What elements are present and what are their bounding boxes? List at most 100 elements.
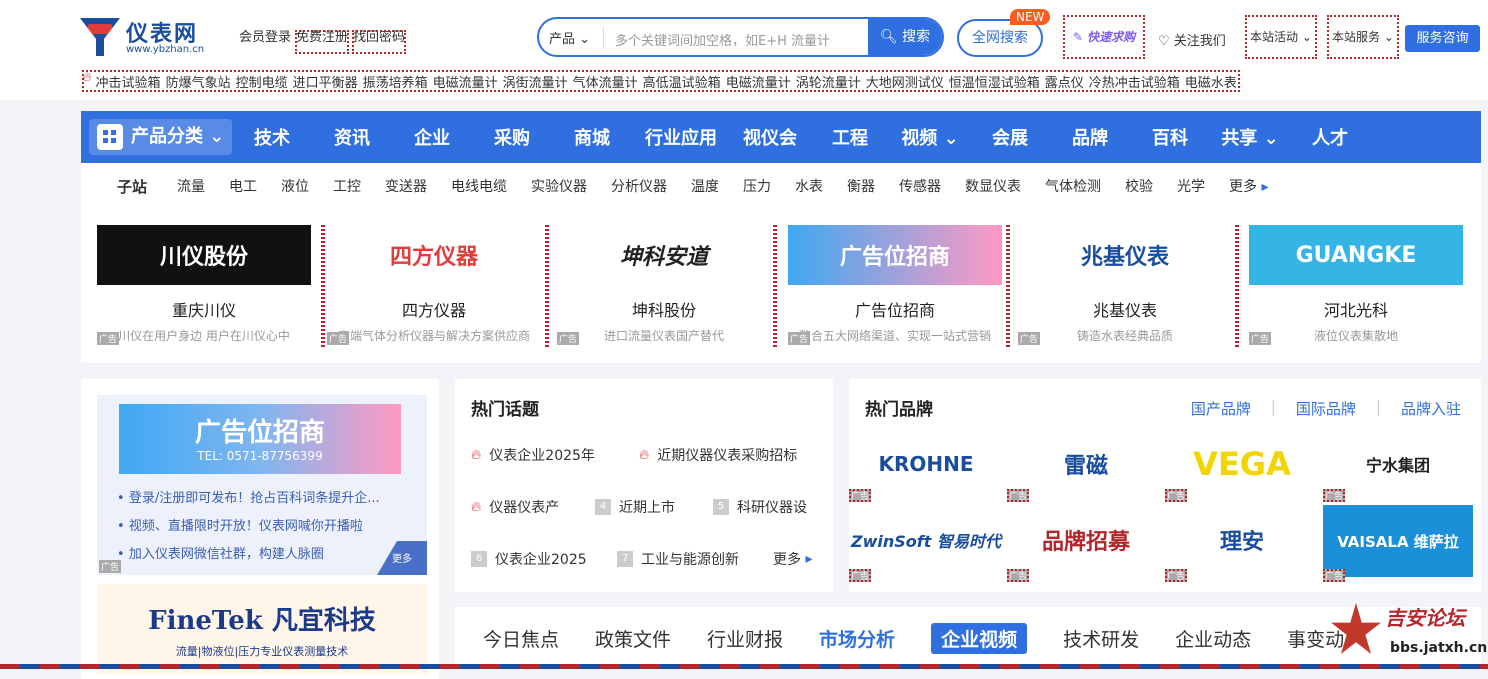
nav-item-industry[interactable]: 行业应用 — [632, 124, 730, 150]
brand-logo[interactable]: VEGA — [1167, 439, 1317, 489]
nav-item-talent[interactable]: 人才 — [1290, 124, 1370, 150]
keyword-link[interactable]: 气体流量计 — [571, 70, 640, 92]
ad-card[interactable]: GUANGKE 河北光科 液位仪表集散地 广告 — [1249, 225, 1463, 347]
international-brands-link[interactable]: 国际品牌 — [1296, 398, 1356, 419]
keyword-link[interactable]: 冷热冲击试验箱 — [1087, 70, 1182, 92]
brand-logo[interactable]: 品牌招募 — [1011, 515, 1161, 565]
tab-rd[interactable]: 技术研发 — [1063, 625, 1139, 652]
brand-logo[interactable]: VAISALA 维萨拉 — [1323, 505, 1473, 577]
nav-item-news[interactable]: 资讯 — [312, 124, 392, 150]
brand-logo[interactable]: 雷磁 — [1011, 439, 1161, 489]
subsite-item[interactable]: 压力 — [743, 176, 771, 196]
tab-finance[interactable]: 行业财报 — [707, 625, 783, 652]
more-button[interactable]: 更多 — [377, 541, 427, 575]
quick-buy-link[interactable]: ✎ 快速求购 — [1063, 15, 1145, 59]
brand-logo[interactable]: ZwinSoft 智易时代 — [851, 515, 1001, 565]
subsite-item[interactable]: 液位 — [281, 176, 309, 196]
nav-item-tech[interactable]: 技术 — [232, 124, 312, 150]
keyword-link[interactable]: 高低温试验箱 — [641, 70, 723, 92]
register-link[interactable]: 免费注册 — [295, 30, 350, 54]
topics-more[interactable]: 更多 ▸ — [773, 549, 812, 569]
site-logo[interactable]: 仪表网 www.ybzhan.cn — [80, 14, 230, 60]
nav-item-brand[interactable]: 品牌 — [1050, 124, 1130, 150]
subsite-item[interactable]: 校验 — [1125, 176, 1153, 196]
services-menu[interactable]: 本站服务 ⌄ — [1327, 15, 1399, 59]
keyword-link[interactable]: 冲击试验箱 — [94, 70, 163, 92]
subsite-item[interactable]: 衡器 — [847, 176, 875, 196]
nav-item-company[interactable]: 企业 — [392, 124, 472, 150]
subsite-item[interactable]: 电工 — [229, 176, 257, 196]
keyword-link[interactable]: 电磁水表 — [1183, 70, 1239, 92]
topic-item[interactable]: 6 仪表企业2025 — [471, 549, 587, 569]
keyword-link[interactable]: 涡街流量计 — [501, 70, 570, 92]
activities-menu[interactable]: 本站活动 ⌄ — [1245, 15, 1317, 59]
ad-card[interactable]: 广告位招商 广告位招商 整合五大网络渠道、实现一站式营销 广告 — [788, 225, 1002, 347]
keyword-link[interactable]: 大地网测试仪 — [864, 70, 946, 92]
topic-item[interactable]: 5 科研仪器设 — [713, 497, 807, 517]
subsite-item[interactable]: 分析仪器 — [611, 176, 667, 196]
list-item[interactable]: 加入仪表网微信社群，构建人脉圈 — [117, 543, 380, 562]
domestic-brands-link[interactable]: 国产品牌 — [1191, 398, 1251, 419]
keyword-link[interactable]: 涡轮流量计 — [794, 70, 863, 92]
ad-banner[interactable]: 广告位招商 TEL: 0571-87756399 — [119, 404, 401, 474]
topic-item[interactable]: 7 工业与能源创新 — [617, 549, 739, 569]
login-link[interactable]: 会员登录 — [238, 30, 292, 54]
keyword-link[interactable]: 露点仪 — [1043, 70, 1086, 92]
search-button[interactable]: 🔍︎ 搜索 — [868, 19, 942, 55]
keyword-link[interactable]: 防爆气象站 — [164, 70, 233, 92]
search-category-select[interactable]: 产品 ⌄ — [549, 28, 590, 47]
keyword-link[interactable]: 恒温恒湿试验箱 — [947, 70, 1042, 92]
subsite-item[interactable]: 光学 — [1177, 176, 1205, 196]
brand-join-link[interactable]: 品牌入驻 — [1401, 398, 1461, 419]
brand-logo[interactable]: 宁水集团 — [1323, 439, 1473, 489]
ad-card[interactable]: 四方仪器 四方仪器 高端气体分析仪器与解决方案供应商 广告 — [327, 225, 541, 347]
subsite-item[interactable]: 传感器 — [899, 176, 941, 196]
subsite-item[interactable]: 流量 — [177, 176, 205, 196]
subsite-item[interactable]: 电线电缆 — [451, 176, 507, 196]
keyword-link[interactable]: 电磁流量计 — [724, 70, 793, 92]
nav-item-meeting[interactable]: 视仪会 — [730, 124, 810, 150]
list-item[interactable]: 视频、直播限时开放！仪表网喊你开播啦 — [117, 515, 380, 534]
follow-us-link[interactable]: ♡ 关注我们 — [1158, 30, 1226, 49]
nav-item-wiki[interactable]: 百科 — [1130, 124, 1210, 150]
nav-item-share[interactable]: 共享 ⌄ — [1210, 124, 1290, 150]
keyword-link[interactable]: 电磁流量计 — [431, 70, 500, 92]
nav-item-video[interactable]: 视频 ⌄ — [890, 124, 970, 150]
nav-item-engineering[interactable]: 工程 — [810, 124, 890, 150]
ad-card[interactable]: 坤科安道 坤科股份 进口流量仪表国产替代 广告 — [557, 225, 771, 347]
topic-item[interactable]: 🔥︎ 仪器仪表产 — [471, 497, 559, 517]
product-category-menu[interactable]: 产品分类 ⌄ — [89, 119, 232, 155]
nav-item-expo[interactable]: 会展 — [970, 124, 1050, 150]
ad-desc: 川仪在用户身边 用户在川仪心中 — [118, 329, 290, 343]
nav-item-mall[interactable]: 商城 — [552, 124, 632, 150]
ad-card[interactable]: 兆基仪表 兆基仪表 铸造水表经典品质 广告 — [1018, 225, 1232, 347]
ad-card[interactable]: 川仪股份 重庆川仪 川仪在用户身边 用户在川仪心中 广告 — [97, 225, 311, 347]
finetek-ad[interactable]: FineTek 凡宜科技 流量|物液位|压力专业仪表测量技术 — [97, 584, 427, 674]
topic-item[interactable]: 4 近期上市 — [595, 497, 675, 517]
subsite-item[interactable]: 工控 — [333, 176, 361, 196]
subsite-item[interactable]: 气体检测 — [1045, 176, 1101, 196]
subsite-item[interactable]: 变送器 — [385, 176, 427, 196]
subsite-item[interactable]: 数显仪表 — [965, 176, 1021, 196]
subsite-item[interactable]: 水表 — [795, 176, 823, 196]
subsite-item[interactable]: 实验仪器 — [531, 176, 587, 196]
tab-market[interactable]: 市场分析 — [819, 625, 895, 652]
tab-policy[interactable]: 政策文件 — [595, 625, 671, 652]
search-input[interactable]: 多个关键词间加空格，如E+H 流量计 — [615, 30, 830, 49]
subsite-more[interactable]: 更多 ▸ — [1229, 176, 1268, 196]
keyword-link[interactable]: 进口平衡器 — [291, 70, 360, 92]
tab-focus[interactable]: 今日焦点 — [483, 625, 559, 652]
subsite-item[interactable]: 温度 — [691, 176, 719, 196]
topic-item[interactable]: 🔥︎ 近期仪器仪表采购招标 — [639, 445, 797, 465]
topic-item[interactable]: 🔥︎ 仪表企业2025年 — [471, 445, 595, 465]
keyword-link[interactable]: 控制电缆 — [234, 70, 290, 92]
consult-button[interactable]: 服务咨询 — [1405, 25, 1480, 52]
list-item[interactable]: 登录/注册即可发布！抢占百科词条提升企... — [117, 487, 380, 506]
keyword-link[interactable]: 振荡培养箱 — [361, 70, 430, 92]
tab-company-video[interactable]: 企业视频 — [931, 622, 1028, 654]
forgot-password-link[interactable]: 找回密码 — [352, 30, 407, 54]
brand-logo[interactable]: KROHNE — [851, 439, 1001, 489]
brand-logo[interactable]: 理安 — [1167, 515, 1317, 565]
nav-item-purchase[interactable]: 采购 — [472, 124, 552, 150]
tab-company-news[interactable]: 企业动态 — [1175, 625, 1251, 652]
